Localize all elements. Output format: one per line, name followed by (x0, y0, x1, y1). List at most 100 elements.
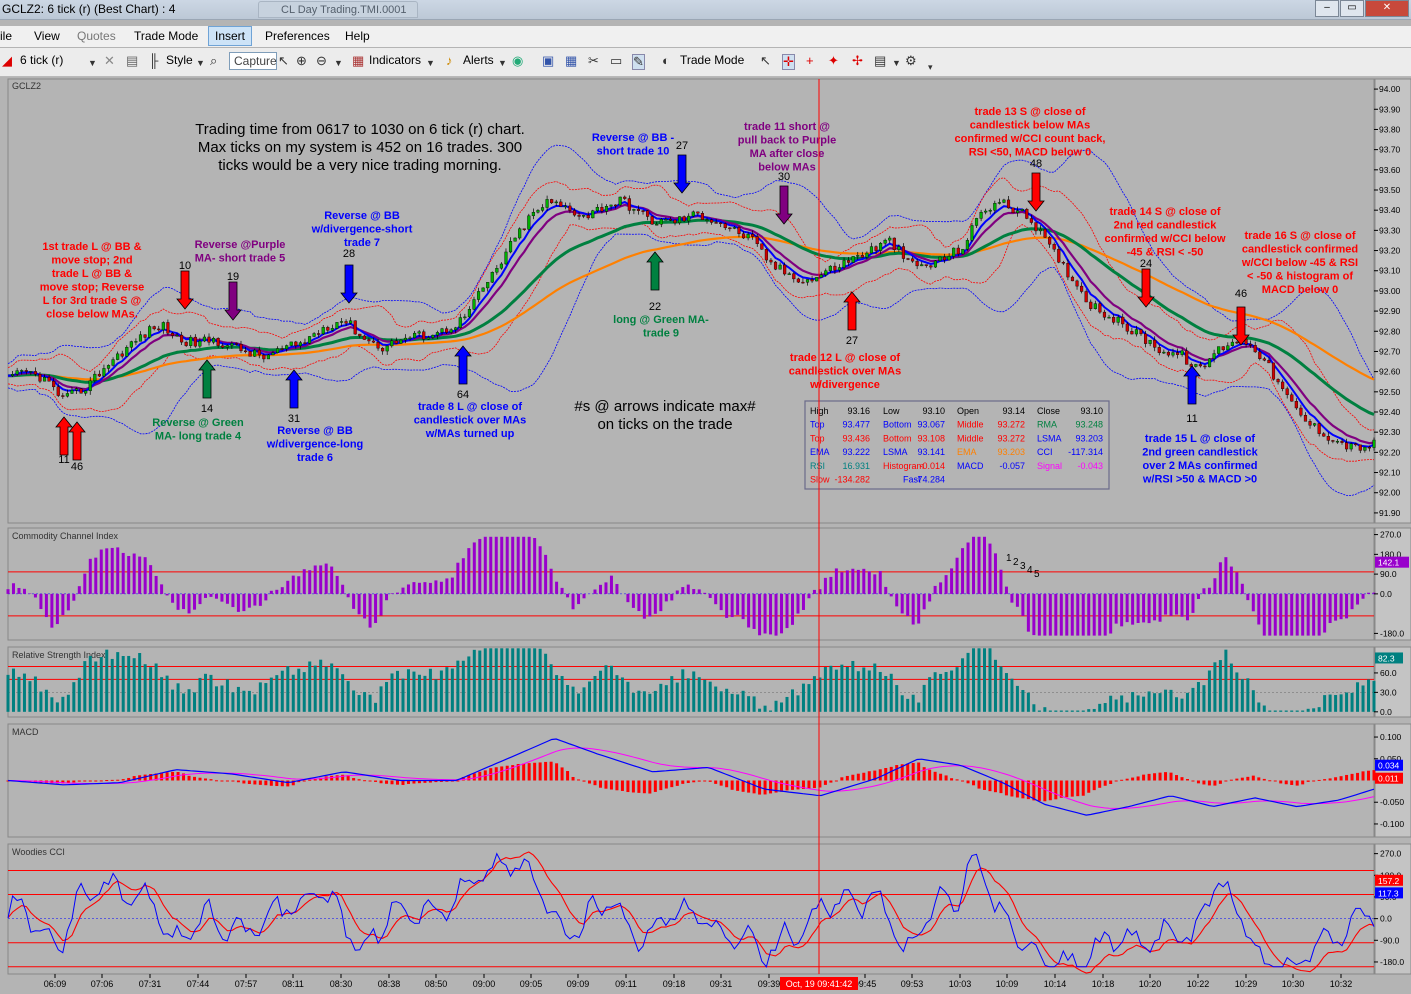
crosshair-2-icon[interactable]: + (806, 54, 814, 68)
macd-histogram-bar (83, 780, 87, 782)
draw-icon[interactable]: ✎ (632, 54, 645, 70)
rsi-bar (895, 685, 899, 712)
cci-bar (160, 584, 164, 594)
zoom-in-icon[interactable]: ⊕ (296, 54, 307, 68)
settings-icon[interactable]: ⚙ (905, 54, 917, 68)
cci-bar (856, 569, 860, 594)
rsi-bar (884, 676, 888, 712)
info-box-value: -117.314 (1068, 447, 1103, 457)
menu-trade-mode[interactable]: Trade Mode (134, 29, 198, 43)
rsi-bar (1350, 692, 1354, 712)
menu-quotes[interactable]: Quotes (77, 29, 116, 43)
copy-icon[interactable]: ▤ (126, 54, 138, 68)
info-box-key: Bottom (883, 420, 912, 430)
magnifier-icon[interactable]: ⌕ (210, 54, 217, 68)
candle-body (495, 268, 499, 273)
page-icon[interactable]: ▣ (542, 54, 554, 68)
close-button[interactable]: ✕ (1365, 0, 1409, 17)
candle-body (1290, 394, 1294, 402)
scissors-icon[interactable]: ✂ (588, 54, 599, 68)
cci-count-label: 1 (1006, 553, 1012, 564)
close-icon[interactable]: ✕ (104, 54, 115, 68)
macd-histogram-bar (505, 765, 509, 781)
arrow-tick-count: 22 (649, 301, 661, 313)
rsi-bar (692, 671, 696, 712)
rsi-bar (439, 670, 443, 712)
cci-bar (313, 565, 317, 594)
window-icon[interactable]: ▭ (610, 54, 622, 68)
rsi-bar (1312, 708, 1316, 712)
crosshair-3-icon[interactable]: ✦ (828, 54, 839, 68)
macd-histogram-bar (242, 780, 246, 784)
cci-bar (823, 577, 827, 594)
style-button[interactable]: Style (166, 53, 193, 67)
cci-bar (341, 584, 345, 594)
crosshair-4-icon[interactable]: ✢ (852, 54, 863, 68)
background-tab[interactable]: CL Day Trading.TMI.0001 (258, 1, 418, 18)
cci-bar (642, 593, 646, 619)
cci-bar (1114, 593, 1118, 624)
cci-bar (1131, 593, 1135, 625)
pointer-icon[interactable]: ↖ (278, 54, 289, 68)
rsi-bar (198, 677, 202, 712)
capture-input[interactable]: Capture (229, 52, 277, 70)
style-chevron-icon[interactable]: ▼ (196, 56, 205, 70)
alerts-chevron-icon[interactable]: ▼ (498, 56, 507, 70)
candle-body (700, 213, 704, 221)
interval-select[interactable]: 6 tick (r) (20, 53, 63, 67)
time-label: 09:11 (615, 979, 637, 989)
globe-icon[interactable]: ◉ (512, 54, 523, 68)
cci-bar (116, 547, 120, 594)
cci-bar (686, 584, 690, 594)
candle-body (920, 264, 924, 267)
candle-body (116, 353, 120, 360)
cci-bar (982, 536, 987, 594)
macd-histogram-bar (363, 780, 367, 782)
minimize-button[interactable]: – (1315, 0, 1339, 17)
chart-svg[interactable]: GCLZ2 Commodity Channel Index Relative Str… (0, 77, 1411, 994)
zoom-out-icon[interactable]: ⊖ (316, 54, 327, 68)
cci-bar (703, 592, 707, 594)
pin-icon[interactable]: ◢ (2, 54, 12, 68)
annotation-line: < -50 & histogram of (1247, 271, 1353, 283)
indicators-chevron-icon[interactable]: ▼ (426, 56, 435, 70)
menu-preferences[interactable]: Preferences (265, 29, 330, 43)
menu-help[interactable]: Help (345, 29, 370, 43)
indicators-button[interactable]: Indicators (369, 53, 421, 67)
chevron-down-icon[interactable]: ▼ (88, 56, 97, 70)
rsi-bar (143, 664, 147, 712)
macd-histogram-bar (681, 780, 685, 784)
menu-view[interactable]: View (34, 29, 60, 43)
zoom-chevron-icon[interactable]: ▼ (334, 56, 343, 70)
cci-bar (467, 548, 471, 594)
cci-bar (110, 547, 114, 594)
candle-body (915, 260, 919, 267)
candle-body (1217, 346, 1221, 354)
trade-mode-button[interactable]: Trade Mode (680, 53, 744, 67)
rsi-bar (11, 668, 15, 712)
candle-body (1313, 423, 1317, 426)
rsi-bar (966, 652, 970, 712)
rsi-bar (319, 659, 323, 712)
candle-body (646, 210, 650, 217)
alerts-button[interactable]: Alerts (463, 53, 494, 67)
cci-bar (692, 589, 696, 594)
rsi-bar (609, 665, 613, 712)
layout-chevron-icon[interactable]: ▼ (892, 56, 901, 70)
menu-file[interactable]: ile (0, 29, 12, 43)
crosshair-icon[interactable]: ✛ (782, 54, 795, 70)
menu-insert[interactable]: Insert (208, 26, 253, 46)
candle-body (1134, 329, 1139, 335)
candle-body (824, 270, 828, 276)
toolbar-overflow-icon[interactable]: ▾ (928, 60, 933, 74)
grid-icon[interactable]: ▦ (565, 54, 577, 68)
macd-histogram-bar (1323, 779, 1327, 781)
cci-bar (988, 543, 992, 594)
cci-bar (1240, 583, 1244, 594)
maximize-button[interactable]: ▭ (1340, 0, 1364, 17)
cci-bar (1224, 557, 1228, 594)
price-tick-label: 92.90 (1379, 306, 1401, 316)
layout-icon[interactable]: ▤ (874, 54, 886, 68)
arrow-cursor-icon[interactable]: ↖ (760, 54, 771, 68)
macd-histogram-bar (1131, 777, 1135, 781)
